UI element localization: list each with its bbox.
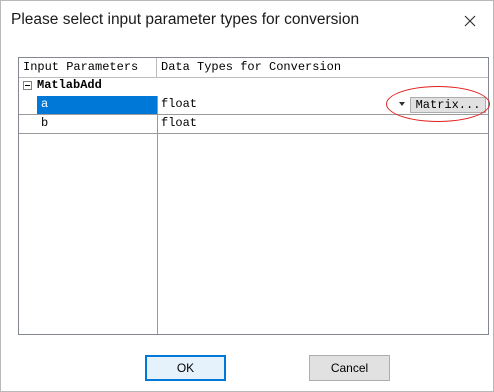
close-icon xyxy=(464,15,476,27)
param-type-a[interactable]: float xyxy=(158,96,398,114)
row-divider xyxy=(19,133,488,134)
matrix-button[interactable]: Matrix... xyxy=(410,97,486,113)
title-bar: Please select input parameter types for … xyxy=(1,1,493,41)
grid-header: Input Parameters Data Types for Conversi… xyxy=(19,58,488,78)
cancel-button[interactable]: Cancel xyxy=(309,355,390,381)
ok-button[interactable]: OK xyxy=(145,355,226,381)
column-header-data-types[interactable]: Data Types for Conversion xyxy=(157,58,488,77)
param-type-b[interactable]: float xyxy=(158,115,398,133)
dropdown-arrow-icon[interactable] xyxy=(399,102,405,106)
dialog-title: Please select input parameter types for … xyxy=(11,11,360,28)
table-row-b[interactable]: b float xyxy=(19,115,488,133)
parameter-grid[interactable]: Input Parameters Data Types for Conversi… xyxy=(18,57,489,335)
param-name-a[interactable]: a xyxy=(37,96,157,114)
minus-box-icon[interactable] xyxy=(23,81,32,90)
group-row-matlabadd[interactable]: MatlabAdd xyxy=(19,77,488,95)
column-divider xyxy=(157,96,158,334)
close-button[interactable] xyxy=(447,1,493,41)
param-name-b[interactable]: b xyxy=(37,115,157,133)
table-row-a[interactable]: a float Matrix... xyxy=(19,96,488,114)
group-label: MatlabAdd xyxy=(37,78,102,92)
column-header-input-parameters[interactable]: Input Parameters xyxy=(19,58,157,77)
